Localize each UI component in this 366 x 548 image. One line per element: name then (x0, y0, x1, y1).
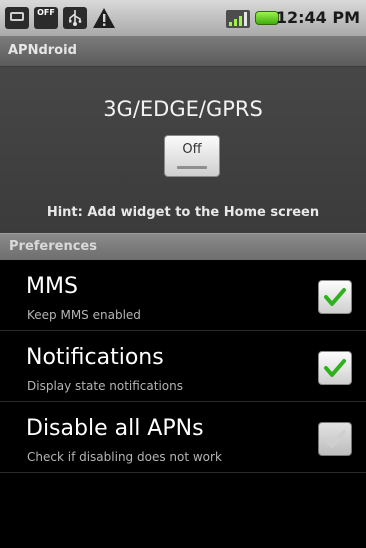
hint-text: Hint: Add widget to the Home screen (46, 205, 320, 220)
pref-title: MMS (26, 274, 78, 299)
pref-title: Notifications (26, 345, 164, 370)
pref-item-disable-all-apns[interactable]: Disable all APNs Check if disabling does… (0, 402, 366, 473)
sd-card-icon (5, 7, 29, 29)
signal-icon (225, 7, 251, 29)
checkmark-icon (324, 359, 346, 377)
checkmark-icon (324, 288, 346, 306)
clock: 12:44 PM (275, 8, 360, 27)
pref-summary: Keep MMS enabled (27, 308, 141, 322)
checkmark-icon (324, 430, 346, 448)
pref-title: Disable all APNs (26, 416, 204, 441)
network-type-label: 3G/EDGE/GPRS (103, 97, 263, 121)
warning-icon (92, 7, 116, 29)
pref-item-notifications[interactable]: Notifications Display state notification… (0, 331, 366, 402)
data-toggle-button[interactable]: Off (164, 135, 220, 177)
usb-icon (63, 7, 87, 29)
off-icon-label: OFF (37, 8, 55, 17)
off-icon: OFF (34, 7, 58, 29)
widget-panel: 3G/EDGE/GPRS Off Hint: Add widget to the… (0, 67, 366, 233)
pref-item-mms[interactable]: MMS Keep MMS enabled (0, 260, 366, 331)
preferences-heading: Preferences (9, 239, 97, 254)
preferences-header: Preferences (0, 233, 366, 260)
pref-summary: Display state notifications (27, 379, 183, 393)
status-bar: OFF 12:44 PM (0, 0, 366, 37)
preferences-list: MMS Keep MMS enabled Notifications Displ… (0, 260, 366, 473)
mms-checkbox[interactable] (318, 280, 352, 314)
disable-all-apns-checkbox[interactable] (318, 422, 352, 456)
notifications-checkbox[interactable] (318, 351, 352, 385)
pref-summary: Check if disabling does not work (27, 450, 222, 464)
app-title-bar: APNdroid (0, 37, 366, 67)
app-title: APNdroid (8, 43, 77, 58)
